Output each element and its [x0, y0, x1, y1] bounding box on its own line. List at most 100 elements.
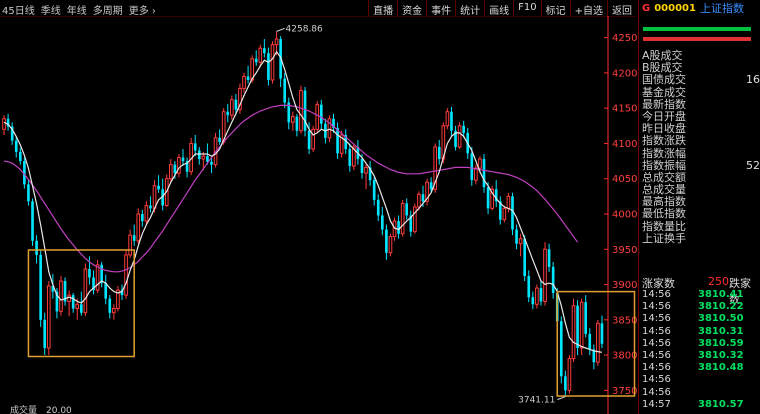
tick-time: 14:56: [642, 362, 671, 374]
candle-body-down: [157, 185, 160, 190]
tool-buttons: 直播 资金 事件 统计 画线 F10 标记 +自选 返回: [368, 0, 636, 17]
candle-body-up: [445, 111, 450, 127]
candle-body-down: [429, 182, 433, 190]
ratio-bar-green: [643, 27, 751, 31]
candle-body-up: [270, 44, 275, 81]
candle-body-down: [551, 266, 555, 294]
candle-body-up: [274, 38, 279, 46]
y-tick-label: 4150: [612, 104, 637, 115]
f10-button[interactable]: F10: [513, 0, 540, 16]
candle-body-up: [229, 99, 234, 116]
tick-row: 14:56 3810.41: [642, 289, 760, 301]
annotation-leader: [557, 396, 566, 401]
candle-body-down: [348, 149, 352, 167]
period-quarter[interactable]: 季线: [41, 2, 61, 17]
stat-label: 国债成交: [642, 73, 686, 87]
candle-body-down: [173, 164, 177, 174]
low-annotation: 3741.11: [518, 396, 555, 406]
annotation-leader: [276, 27, 285, 32]
candle-body-down: [437, 146, 441, 159]
stock-code: 000001: [654, 2, 696, 14]
candle-body-down: [295, 116, 299, 131]
y-tick-label: 4100: [612, 139, 637, 150]
candle-body-down: [43, 319, 47, 349]
candle-body-down: [246, 76, 250, 80]
candle-body-down: [360, 158, 364, 174]
candle-body-up: [543, 248, 547, 302]
period-more[interactable]: 更多 ›: [129, 2, 156, 17]
draw-button[interactable]: 画线: [484, 0, 513, 17]
stat-label: 基金成交: [642, 85, 686, 99]
candle-body-up: [152, 185, 157, 209]
candle-body-down: [397, 221, 400, 234]
candle-body-up: [474, 167, 478, 181]
candle-body-up: [258, 47, 263, 63]
candle-body-down: [39, 254, 42, 320]
tick-time: 14:57: [642, 398, 671, 410]
tick-time: 14:56: [642, 301, 671, 313]
candle-body-down: [35, 240, 38, 255]
y-tick-label: 4000: [612, 210, 637, 221]
events-button[interactable]: 事件: [426, 0, 455, 17]
high-annotation: 4258.86: [286, 24, 323, 34]
candle-body-down: [319, 104, 323, 124]
candle-body-down: [108, 298, 112, 313]
tick-row: 14:56 3810.32: [642, 350, 760, 362]
tick-time: 14:56: [642, 289, 671, 300]
candle-body-up: [75, 303, 80, 310]
ratio-bar-red: [643, 37, 751, 41]
candle-body-down: [559, 321, 563, 377]
period-multi[interactable]: 多周期: [93, 2, 123, 17]
funds-button[interactable]: 资金: [397, 0, 426, 17]
tick-row: 14:56 3810.22: [642, 301, 760, 313]
period-year[interactable]: 年线: [67, 2, 87, 17]
candle-body-up: [506, 195, 511, 209]
tick-time: 14:56: [642, 374, 671, 386]
candle-body-down: [283, 78, 287, 103]
candle-body-up: [478, 158, 482, 169]
candle-body-down: [14, 140, 18, 152]
candle-body-up: [502, 207, 507, 221]
candle-body-up: [112, 308, 116, 314]
candle-body-up: [299, 90, 303, 132]
tick-price: 3810.32: [698, 349, 744, 361]
period-45day[interactable]: 45日线: [2, 2, 35, 17]
candle-body-down: [18, 151, 22, 162]
candle-body-up: [242, 75, 246, 89]
candle-body-up: [291, 116, 295, 123]
candle-body-down: [210, 161, 213, 165]
candle-body-down: [482, 158, 486, 188]
stock-name[interactable]: 上证指数: [700, 0, 744, 16]
back-button[interactable]: 返回: [607, 0, 636, 17]
stat-label: 指数量比: [642, 219, 686, 233]
candle-body-up: [417, 193, 421, 208]
add-watchlist-button[interactable]: +自选: [569, 0, 607, 17]
stat-row: 上证换手: [642, 231, 760, 245]
live-button[interactable]: 直播: [368, 0, 397, 17]
stat-label: 上证换手: [642, 231, 686, 245]
candle-body-down: [149, 205, 152, 209]
indicator-label: 成交量: [10, 404, 37, 414]
candle-body-up: [535, 287, 539, 305]
candle-body-down: [141, 214, 144, 222]
stats-list: A股成交 B股成交 国债成交 16 基金成交 最新指数 今日开盘 昨日收盘 指数涨跌 指数涨幅 指数…: [642, 49, 760, 245]
stat-label: 指数涨跌: [642, 134, 686, 148]
mark-button[interactable]: 标记: [540, 0, 570, 17]
stats-button[interactable]: 统计: [455, 0, 484, 17]
tick-row: 14:57 3810.57: [642, 399, 760, 411]
stat-label: 指数振幅: [642, 158, 686, 172]
candle-body-down: [588, 333, 592, 350]
y-tick-label: 3900: [612, 280, 637, 291]
candle-body-down: [132, 235, 136, 241]
candle-body-up: [124, 254, 128, 296]
y-tick-label: 3750: [612, 386, 637, 397]
breadth-row: 涨家数 250 跌家数: [642, 275, 760, 306]
candle-body-down: [303, 90, 307, 131]
y-tick-label: 3950: [612, 245, 637, 256]
candle-body-up: [579, 301, 584, 349]
candle-body-down: [226, 111, 230, 116]
candle-body-down: [515, 229, 518, 244]
candlestick-chart[interactable]: 3750 3800 3850 3900 3950 4000 4050 4100 4150 4200…: [0, 16, 638, 414]
y-tick-label: 3850: [612, 315, 637, 326]
candle-body-down: [181, 157, 185, 162]
